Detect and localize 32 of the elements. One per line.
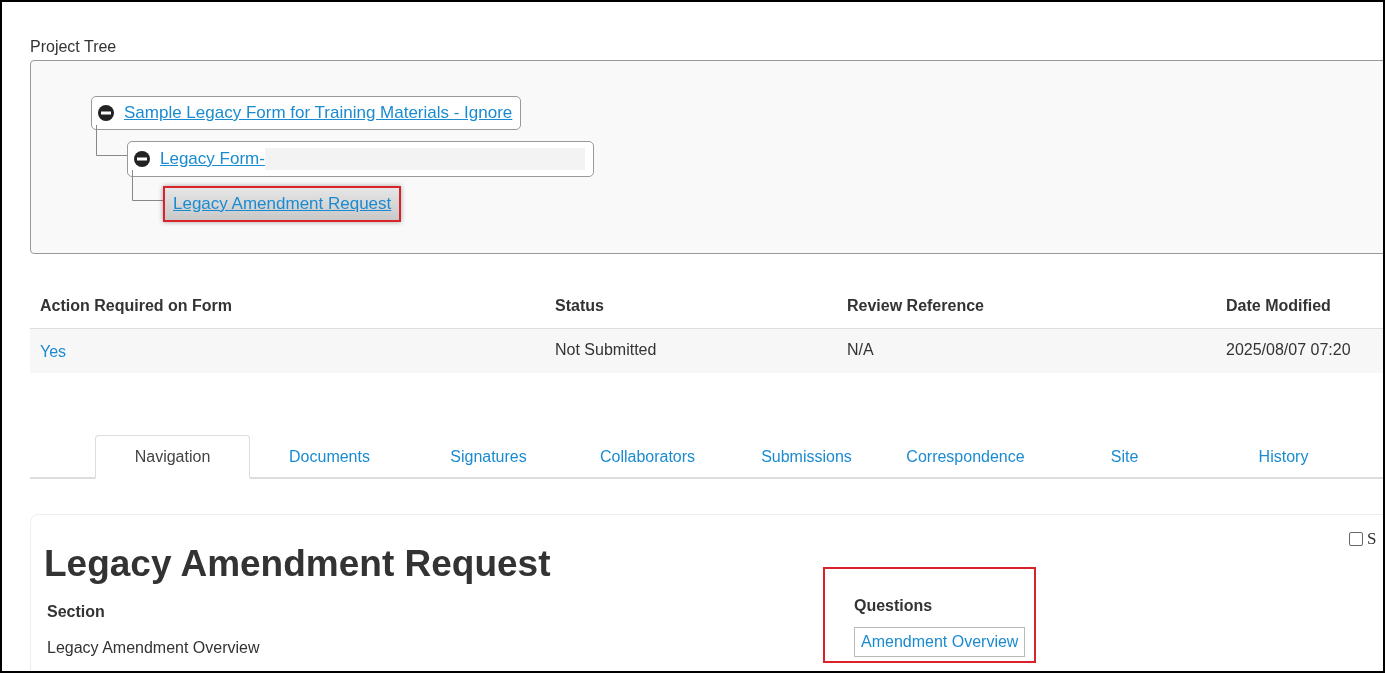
question-link[interactable]: Amendment Overview [854,627,1026,657]
checkbox[interactable] [1349,532,1363,546]
tab[interactable]: Correspondence [886,435,1045,479]
column-heading: Section [47,603,106,621]
tab[interactable]: History [1204,435,1363,479]
checkbox-label: S [1367,529,1377,549]
tree-node[interactable]: Sample Legacy Form for Training Materials - Ignore [91,96,522,130]
tab[interactable]: Collaborators [568,435,727,479]
tab[interactable]: Site [1045,435,1204,479]
table-cell-text: N/A [847,341,875,360]
node-link[interactable]: Legacy Form- [160,149,265,169]
collapse-icon[interactable] [134,151,150,167]
tab[interactable]: Documents [250,435,409,479]
tab[interactable]: Submissions [727,435,886,479]
section-label: Project Tree [30,38,118,56]
section-item: Legacy Amendment Overview [47,639,261,657]
tree-node[interactable]: Legacy Form- [127,141,594,177]
tree-node[interactable]: Legacy Amendment Request [163,186,402,222]
column-header: Action Required on Form [40,297,233,315]
column-header: Date Modified [1226,297,1332,315]
table-link[interactable]: Yes [40,343,555,361]
tab[interactable]: Navigation [95,435,250,479]
page-title: Legacy Amendment Request [44,543,552,585]
column-heading: Questions [854,597,934,615]
column-header: Status [555,297,605,315]
table-cell-text: 2025/08/07 07:20 [1226,341,1352,360]
node-link[interactable]: Legacy Amendment Request [173,194,392,214]
table-cell-text: Not Submitted [555,341,658,360]
tab[interactable]: Signatures [409,435,568,479]
node-link[interactable]: Sample Legacy Form for Training Materials - Ignore [124,103,513,123]
column-header: Review Reference [847,297,985,315]
collapse-icon[interactable] [98,105,114,121]
